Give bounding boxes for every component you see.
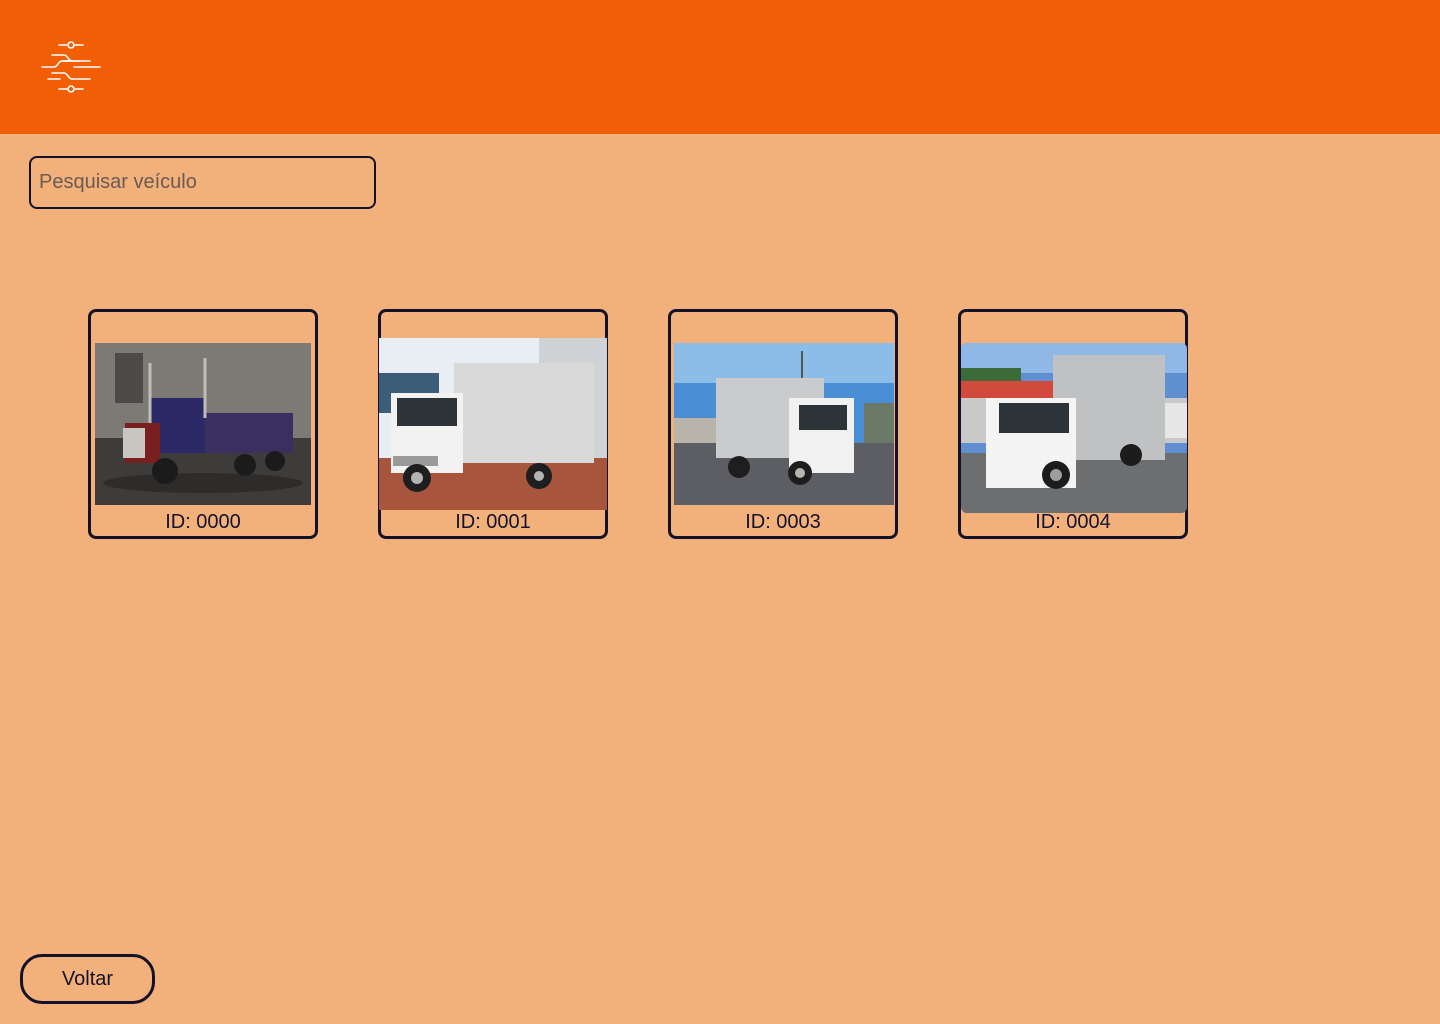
back-button[interactable]: Voltar (20, 954, 155, 1004)
vehicle-card[interactable]: ID: 0001 (378, 309, 608, 539)
vehicle-id: ID: 0004 (1035, 511, 1111, 533)
vehicle-card[interactable]: ID: 0003 (668, 309, 898, 539)
red-semi-truck-photo (95, 343, 311, 505)
white-box-truck-photo (379, 338, 607, 510)
vehicle-id: ID: 0001 (455, 511, 531, 533)
vehicle-id: ID: 0000 (165, 511, 241, 533)
search-input[interactable] (29, 156, 376, 209)
vehicle-card[interactable]: ID: 0004 (958, 309, 1188, 539)
vehicle-card[interactable]: ID: 0000 (88, 309, 318, 539)
white-box-truck-photo (674, 343, 894, 505)
white-light-box-truck-photo (961, 343, 1187, 513)
circuit-logo-icon[interactable] (38, 38, 104, 96)
vehicle-id: ID: 0003 (745, 511, 821, 533)
app-header (0, 0, 1440, 134)
